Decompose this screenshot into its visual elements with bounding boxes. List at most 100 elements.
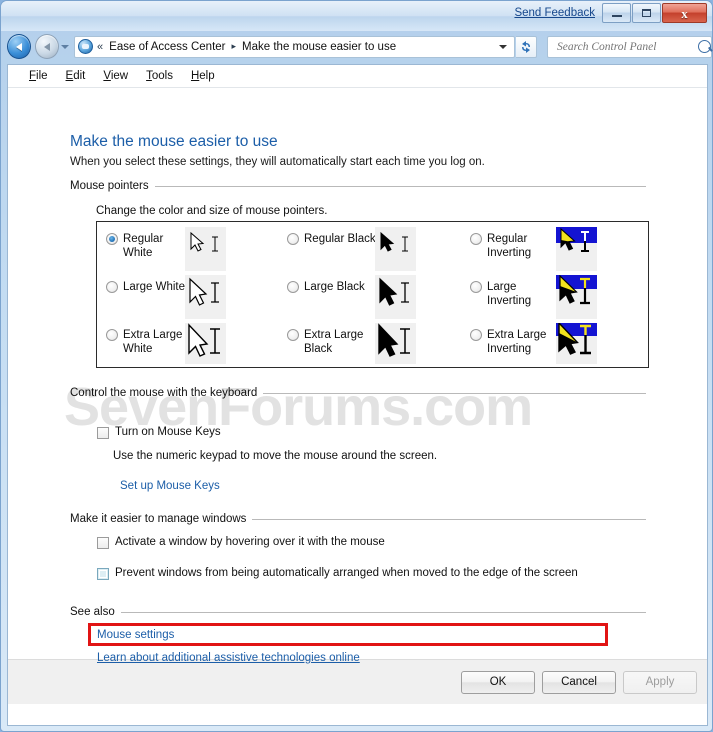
- ok-button-label: OK: [489, 676, 507, 688]
- pointer-option-regular-inverting[interactable]: Regular Inverting: [470, 232, 565, 260]
- checkbox-turn-on-mouse-keys[interactable]: [97, 427, 109, 439]
- menu-view-rest: iew: [110, 70, 129, 82]
- radio-extra-large-inverting[interactable]: [470, 329, 482, 341]
- radio-large-white[interactable]: [106, 281, 118, 293]
- client-area: File Edit View Tools Help SevenForums.co…: [7, 64, 708, 726]
- breadcrumb-overflow-icon[interactable]: «: [97, 41, 103, 53]
- pointer-preview-extra-large-white: [185, 323, 226, 364]
- radio-regular-white[interactable]: [106, 233, 118, 245]
- pointer-preview-extra-large-black: [375, 323, 416, 364]
- pointer-label-regular-white[interactable]: Regular White: [123, 232, 163, 260]
- checkbox-activate-window-on-hover[interactable]: [97, 537, 109, 549]
- menu-help[interactable]: Help: [182, 68, 224, 84]
- radio-regular-black[interactable]: [287, 233, 299, 245]
- label-prevent-windows-auto-arrange[interactable]: Prevent windows from being automatically…: [115, 567, 578, 580]
- group-header-manage-windows: Make it easier to manage windows: [70, 513, 646, 525]
- menu-edit-rest: dit: [73, 70, 86, 82]
- row-activate-window-on-hover[interactable]: Activate a window by hovering over it wi…: [97, 536, 385, 549]
- pointer-label-regular-black[interactable]: Regular Black: [304, 232, 376, 246]
- pointer-label-large-black[interactable]: Large Black: [304, 280, 365, 294]
- chevron-down-icon: [60, 44, 69, 49]
- window-controls: x: [601, 3, 707, 24]
- pointer-preview-large-black: [375, 275, 416, 319]
- breadcrumb-separator-icon: ▸: [231, 41, 237, 51]
- pointer-preview-icon: [556, 275, 597, 305]
- group-label-keyboard-control: Control the mouse with the keyboard: [70, 387, 258, 399]
- group-rule: [120, 611, 646, 613]
- row-prevent-windows-auto-arrange[interactable]: Prevent windows from being automatically…: [97, 567, 578, 580]
- maximize-button[interactable]: [632, 3, 661, 23]
- back-button[interactable]: [7, 34, 31, 59]
- page-subtitle: When you select these settings, they wil…: [70, 156, 485, 168]
- send-feedback-link[interactable]: Send Feedback: [514, 7, 595, 19]
- menu-file[interactable]: File: [20, 68, 57, 84]
- pointer-preview-regular-inverting: [556, 227, 597, 271]
- group-header-mouse-pointers: Mouse pointers: [70, 180, 646, 192]
- pointer-label-extra-large-white[interactable]: Extra Large White: [123, 328, 182, 356]
- pointer-option-extra-large-inverting[interactable]: Extra Large Inverting: [470, 328, 565, 356]
- checkbox-prevent-windows-auto-arrange[interactable]: [97, 568, 109, 580]
- pointer-label-large-white[interactable]: Large White: [123, 280, 185, 294]
- link-assistive-technologies-online[interactable]: Learn about additional assistive technol…: [97, 652, 360, 664]
- pointer-preview-icon: [379, 277, 409, 306]
- radio-regular-inverting[interactable]: [470, 233, 482, 245]
- pointer-preview-large-inverting: [556, 275, 597, 319]
- breadcrumb-ease-of-access-center[interactable]: Ease of Access Center: [107, 40, 227, 54]
- apply-button: Apply: [623, 670, 697, 694]
- pointer-preview-icon: [380, 231, 408, 252]
- refresh-button[interactable]: [516, 35, 537, 58]
- label-activate-window-on-hover[interactable]: Activate a window by hovering over it wi…: [115, 536, 385, 549]
- group-label-manage-windows: Make it easier to manage windows: [70, 513, 247, 525]
- close-button[interactable]: x: [662, 3, 707, 23]
- search-input[interactable]: [554, 39, 698, 54]
- recent-pages-button[interactable]: [59, 34, 71, 59]
- maximize-icon: [642, 9, 651, 17]
- apply-button-label: Apply: [645, 676, 675, 688]
- pointer-label-regular-inverting[interactable]: Regular Inverting: [487, 232, 531, 260]
- search-icon: [697, 40, 711, 53]
- mouse-keys-description: Use the numeric keypad to move the mouse…: [113, 450, 438, 462]
- row-turn-on-mouse-keys[interactable]: Turn on Mouse Keys: [97, 426, 221, 439]
- pointer-caption: Change the color and size of mouse point…: [96, 205, 328, 217]
- pointer-option-large-inverting[interactable]: Large Inverting: [470, 280, 565, 308]
- address-dropdown-button[interactable]: [496, 37, 510, 57]
- menu-tools-rest: ools: [151, 70, 173, 82]
- pointer-label-extra-large-black[interactable]: Extra Large Black: [304, 328, 363, 356]
- close-icon: x: [681, 5, 688, 21]
- radio-large-black[interactable]: [287, 281, 299, 293]
- link-mouse-settings[interactable]: Mouse settings: [97, 629, 174, 641]
- group-header-see-also: See also: [70, 606, 646, 618]
- menu-file-rest: ile: [36, 70, 48, 82]
- pointer-preview-icon: [556, 323, 597, 355]
- window-frame: Send Feedback x « Ease of Access Center …: [0, 0, 713, 732]
- address-bar[interactable]: « Ease of Access Center ▸ Make the mouse…: [74, 35, 516, 58]
- group-header-keyboard-control: Control the mouse with the keyboard: [70, 387, 646, 399]
- group-label-see-also: See also: [70, 606, 115, 618]
- refresh-icon: [522, 40, 530, 53]
- group-rule: [252, 518, 646, 520]
- menu-bar: File Edit View Tools Help: [8, 65, 707, 88]
- cancel-button[interactable]: Cancel: [542, 670, 616, 694]
- ok-button[interactable]: OK: [461, 670, 535, 694]
- pointer-preview-regular-white: [185, 227, 226, 271]
- page-title: Make the mouse easier to use: [70, 133, 278, 150]
- search-box[interactable]: [546, 35, 712, 58]
- pointer-options-group: Regular White Large White Extra Large Wh…: [96, 221, 649, 368]
- menu-view[interactable]: View: [94, 68, 137, 84]
- minimize-icon: [611, 14, 622, 17]
- menu-edit[interactable]: Edit: [57, 68, 95, 84]
- control-panel-icon: [78, 39, 94, 54]
- radio-large-inverting[interactable]: [470, 281, 482, 293]
- forward-button[interactable]: [34, 34, 59, 59]
- breadcrumb-make-the-mouse-easier-to-use[interactable]: Make the mouse easier to use: [240, 40, 398, 54]
- set-up-mouse-keys-link[interactable]: Set up Mouse Keys: [120, 480, 220, 492]
- pointer-label-extra-large-inverting[interactable]: Extra Large Inverting: [487, 328, 546, 356]
- radio-extra-large-white[interactable]: [106, 329, 118, 341]
- pointer-label-large-inverting[interactable]: Large Inverting: [487, 280, 531, 308]
- minimize-button[interactable]: [602, 3, 631, 23]
- menu-tools[interactable]: Tools: [137, 68, 182, 84]
- navigation-toolbar: « Ease of Access Center ▸ Make the mouse…: [3, 31, 712, 62]
- label-turn-on-mouse-keys[interactable]: Turn on Mouse Keys: [115, 426, 221, 439]
- radio-extra-large-black[interactable]: [287, 329, 299, 341]
- page-body: SevenForums.com Make the mouse easier to…: [8, 88, 707, 704]
